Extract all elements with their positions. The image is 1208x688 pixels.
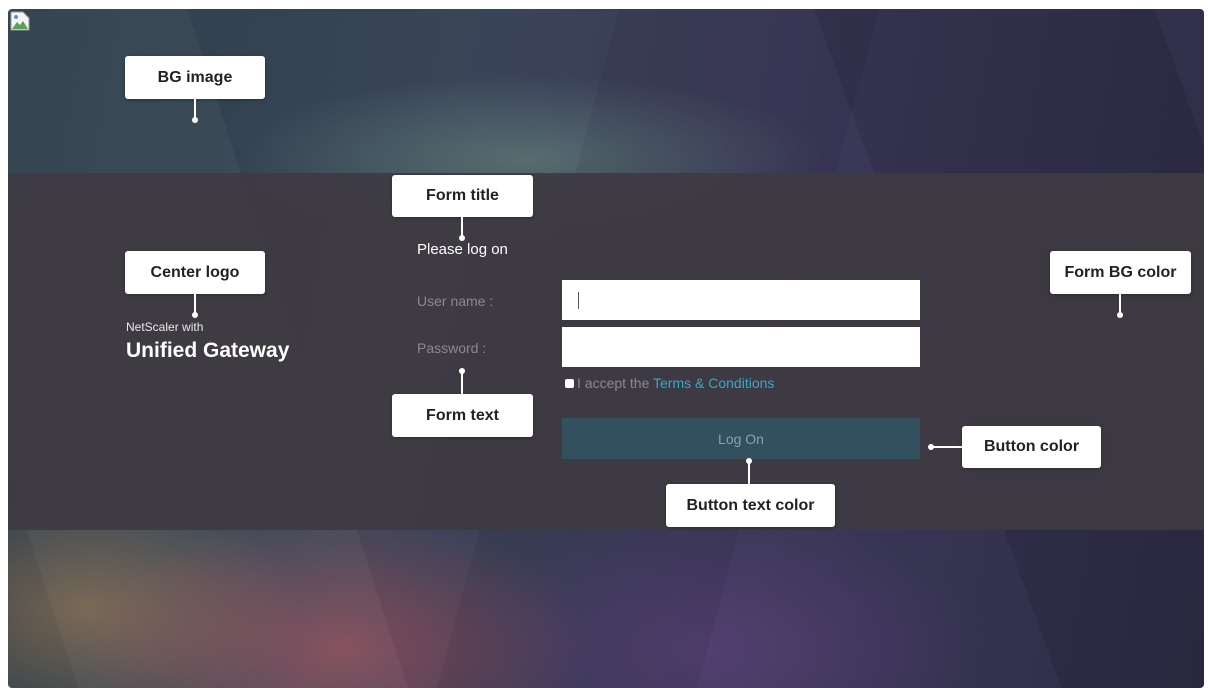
callout-center-logo: Center logo bbox=[125, 251, 265, 294]
form-title: Please log on bbox=[417, 241, 508, 258]
callout-form-text: Form text bbox=[392, 394, 533, 437]
callout-connector bbox=[748, 462, 750, 484]
callout-dot bbox=[1117, 312, 1123, 318]
broken-image-icon bbox=[10, 11, 30, 31]
callout-button-color: Button color bbox=[962, 426, 1101, 468]
callout-connector bbox=[194, 99, 196, 119]
accept-terms-checkbox[interactable] bbox=[565, 378, 574, 388]
terms-row: I accept the Terms & Conditions bbox=[565, 375, 774, 391]
callout-bg-image: BG image bbox=[125, 56, 265, 99]
callout-dot bbox=[192, 312, 198, 318]
password-label: Password : bbox=[417, 340, 487, 356]
log-on-button[interactable]: Log On bbox=[562, 418, 920, 459]
terms-conditions-link[interactable]: Terms & Conditions bbox=[653, 375, 774, 391]
username-label: User name : bbox=[417, 293, 494, 309]
accept-terms-text: I accept the bbox=[577, 375, 654, 391]
callout-form-title: Form title bbox=[392, 175, 533, 217]
username-input[interactable] bbox=[562, 280, 920, 320]
callout-connector bbox=[194, 294, 196, 314]
center-logo-subtitle: NetScaler with bbox=[126, 320, 204, 334]
callout-dot bbox=[192, 117, 198, 123]
text-caret bbox=[578, 292, 579, 309]
callout-connector bbox=[1119, 294, 1121, 314]
callout-connector bbox=[461, 217, 463, 236]
callout-connector bbox=[461, 372, 463, 394]
callout-button-text-color: Button text color bbox=[666, 484, 835, 527]
password-input[interactable] bbox=[562, 327, 920, 367]
callout-form-bg-color: Form BG color bbox=[1050, 251, 1191, 294]
center-logo-title: Unified Gateway bbox=[126, 339, 290, 362]
callout-connector bbox=[932, 446, 962, 448]
callout-dot bbox=[459, 235, 465, 241]
